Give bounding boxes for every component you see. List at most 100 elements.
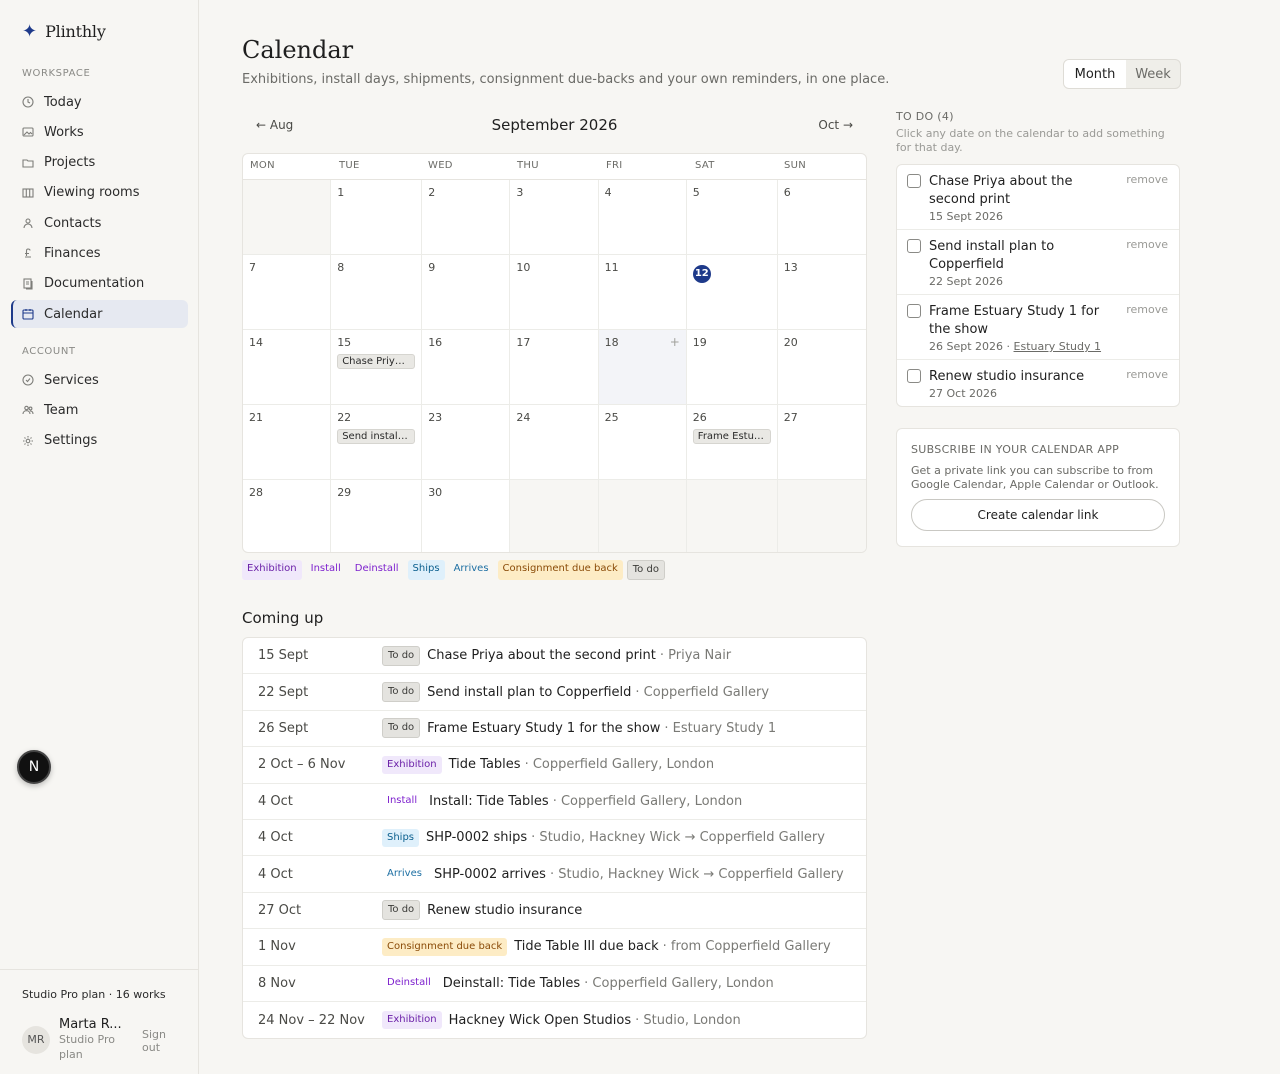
calendar-day-29[interactable]: 29 xyxy=(331,480,423,552)
calendar-day-9[interactable]: 9 xyxy=(422,255,511,330)
weekday-header: MON TUE WED THU FRI SAT SUN xyxy=(243,154,866,180)
calendar-day-25[interactable]: 25 xyxy=(598,405,687,480)
page-subtitle: Exhibitions, install days, shipments, co… xyxy=(242,72,890,87)
sparkle-icon: ✦ xyxy=(22,20,38,42)
sidebar-item-finances[interactable]: Finances xyxy=(11,239,188,267)
calendar-day-21[interactable]: 21 xyxy=(243,405,332,480)
calendar-day-13[interactable]: 13 xyxy=(777,255,866,330)
coming-up-row[interactable]: 4 Oct Ships SHP-0002 ships · Studio, Hackne… xyxy=(243,820,866,857)
calendar-day-19[interactable]: 19 xyxy=(686,330,778,405)
coming-up-row[interactable]: 27 Oct To do Renew studio insurance xyxy=(243,893,866,930)
calendar-day-1[interactable]: 1 xyxy=(331,180,423,255)
calendar-event-chip[interactable]: Send install plan to Copperfield xyxy=(337,429,416,444)
todo-date-text: 26 Sept 2026 · xyxy=(929,340,1014,353)
view-month-button[interactable]: Month xyxy=(1064,60,1126,88)
coming-up-row[interactable]: 1 Nov Consignment due back Tide Table III … xyxy=(243,929,866,966)
calendar-day-22[interactable]: 22 Send install plan to Copperfield xyxy=(331,405,423,480)
view-week-button[interactable]: Week xyxy=(1126,60,1180,88)
todo-linked-work[interactable]: Estuary Study 1 xyxy=(1014,340,1102,353)
calendar-day-7[interactable]: 7 xyxy=(243,255,332,330)
calendar-day-26[interactable]: 26 Frame Estuary Study 1 for the show xyxy=(686,405,778,480)
coming-up-row[interactable]: 4 Oct Install Install: Tide Tables · Copper… xyxy=(243,784,866,820)
event-title: Install: Tide Tables xyxy=(429,793,549,809)
calendar-event-chip[interactable]: Chase Priya about the second print xyxy=(337,354,416,369)
sidebar-item-documentation[interactable]: Documentation xyxy=(11,270,188,298)
coming-up-row[interactable]: 15 Sept To do Chase Priya about the second… xyxy=(243,638,866,675)
event-detail: · Copperfield Gallery xyxy=(635,684,770,700)
coming-up-row[interactable]: 26 Sept To do Frame Estuary Study 1 for th… xyxy=(243,711,866,748)
calendar-day-4[interactable]: 4 xyxy=(598,180,687,255)
brand[interactable]: ✦ Plinthly xyxy=(22,22,106,41)
todo-checkbox[interactable] xyxy=(907,174,921,188)
plan-box: Studio Pro plan · 16 works MR Marta R...… xyxy=(0,969,199,1062)
sidebar-item-today[interactable]: Today xyxy=(11,88,188,116)
sidebar-item-projects[interactable]: Projects xyxy=(11,149,188,177)
calendar-day-14[interactable]: 14 xyxy=(243,330,332,405)
calendar-day-11[interactable]: 11 xyxy=(598,255,687,330)
event-title: Tide Table III due back xyxy=(514,939,659,955)
coming-up-row[interactable]: 8 Nov Deinstall Deinstall: Tide Tables · Co… xyxy=(243,966,866,1002)
add-event-icon[interactable]: + xyxy=(670,335,680,349)
calendar-day-6[interactable]: 6 xyxy=(777,180,866,255)
todo-checkbox[interactable] xyxy=(907,304,921,318)
todo-remove-button[interactable]: remove xyxy=(1126,368,1168,381)
todo-checkbox[interactable] xyxy=(907,369,921,383)
day-number: 30 xyxy=(428,486,443,499)
avatar[interactable]: MR xyxy=(22,1025,50,1054)
coming-up-row[interactable]: 24 Nov – 22 Nov Exhibition Hackney Wick Op… xyxy=(243,1002,866,1038)
sidebar-item-settings[interactable]: Settings xyxy=(11,427,188,455)
person-icon xyxy=(21,217,34,230)
calendar-day-28[interactable]: 28 xyxy=(243,480,332,552)
legend-consignment-due-back: Consignment due back xyxy=(497,560,623,580)
sign-out-link[interactable]: Sign out xyxy=(142,1028,177,1054)
calendar-day-5[interactable]: 5 xyxy=(686,180,778,255)
todo-item: Frame Estuary Study 1 for the show 26 Sep… xyxy=(897,295,1179,360)
sidebar-item-contacts[interactable]: Contacts xyxy=(11,209,188,237)
calendar-day-10[interactable]: 10 xyxy=(510,255,599,330)
calendar-day-30[interactable]: 30 xyxy=(422,480,511,552)
event-detail: · Studio, Hackney Wick → Copperfield Gal… xyxy=(531,830,825,846)
weekday-sat: SAT xyxy=(695,160,715,171)
event-detail: · Studio, London xyxy=(635,1012,741,1028)
calendar-day-12[interactable]: 12 xyxy=(686,255,778,330)
todo-remove-button[interactable]: remove xyxy=(1126,238,1168,251)
sidebar-item-services[interactable]: Services xyxy=(11,366,188,394)
badge-check-icon xyxy=(21,374,34,387)
coming-up-row[interactable]: 22 Sept To do Send install plan to Copperf… xyxy=(243,674,866,711)
create-calendar-link-button[interactable]: Create calendar link xyxy=(911,499,1165,531)
todo-list: Chase Priya about the second print 15 Sep… xyxy=(896,164,1180,407)
today-marker: 12 xyxy=(692,264,711,283)
calendar-day-16[interactable]: 16 xyxy=(422,330,511,405)
calendar-day-8[interactable]: 8 xyxy=(331,255,423,330)
coming-up-row[interactable]: 4 Oct Arrives SHP-0002 arrives · Studio, Ha… xyxy=(243,856,866,893)
event-type-badge: Consignment due back xyxy=(382,937,508,956)
calendar-day-20[interactable]: 20 xyxy=(777,330,866,405)
day-number: 26 xyxy=(692,411,707,424)
todo-remove-button[interactable]: remove xyxy=(1126,303,1168,316)
floating-n-badge[interactable]: N xyxy=(17,750,51,784)
calendar-day-23[interactable]: 23 xyxy=(422,405,511,480)
day-number: 7 xyxy=(249,261,256,274)
calendar-event-chip[interactable]: Frame Estuary Study 1 for the show xyxy=(692,429,771,444)
calendar-day-2[interactable]: 2 xyxy=(422,180,511,255)
sidebar-item-works[interactable]: Works xyxy=(11,118,188,146)
calendar-day-27[interactable]: 27 xyxy=(777,405,866,480)
event-date: 24 Nov – 22 Nov xyxy=(258,1012,365,1028)
next-month-button[interactable]: Oct → xyxy=(818,118,853,132)
calendar-day-17[interactable]: 17 xyxy=(510,330,599,405)
month-nav: September 2026 ← Aug Oct → xyxy=(242,114,867,138)
calendar-day-24[interactable]: 24 xyxy=(510,405,599,480)
todo-checkbox[interactable] xyxy=(907,239,921,253)
sidebar-item-calendar[interactable]: Calendar xyxy=(11,300,188,329)
calendar-day-3[interactable]: 3 xyxy=(510,180,599,255)
todo-text: Send install plan to Copperfield xyxy=(929,239,1055,272)
sidebar-item-viewing-rooms[interactable]: Viewing rooms xyxy=(11,179,188,207)
todo-remove-button[interactable]: remove xyxy=(1126,173,1168,186)
todo-date-text: 22 Sept 2026 xyxy=(929,275,1004,288)
sidebar-item-team[interactable]: Team xyxy=(11,396,188,424)
pound-icon xyxy=(21,247,34,260)
coming-up-row[interactable]: 2 Oct – 6 Nov Exhibition Tide Tables · Copp… xyxy=(243,747,866,784)
prev-month-button[interactable]: ← Aug xyxy=(256,118,293,132)
calendar-day-18[interactable]: 18 + xyxy=(598,330,687,405)
calendar-day-15[interactable]: 15 Chase Priya about the second print xyxy=(331,330,423,405)
